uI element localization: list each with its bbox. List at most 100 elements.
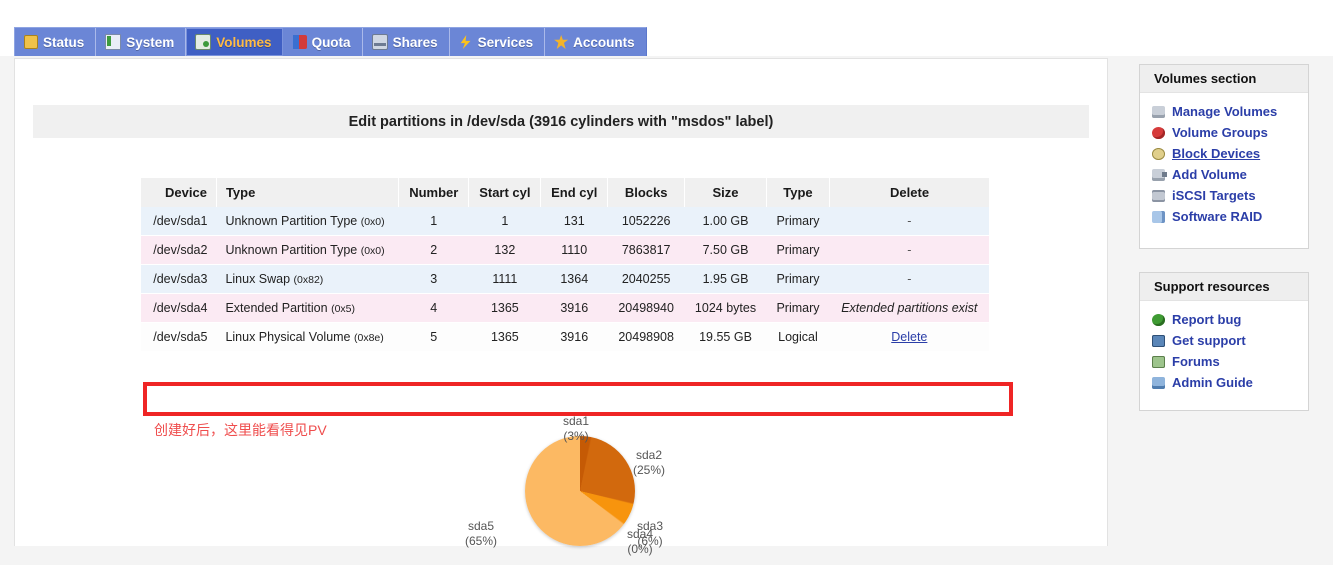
software-raid-icon [1152, 210, 1165, 223]
services-icon [460, 35, 471, 49]
type-name: Unknown Partition Type [225, 214, 358, 228]
pie-label-sda5: sda5 (65%) [465, 519, 497, 549]
sidebar-item-software-raid[interactable]: Software RAID [1152, 206, 1308, 227]
table-row[interactable]: /dev/sda4 Extended Partition (0x5) 4 136… [141, 293, 989, 323]
pie-label-pct: (0%) [627, 542, 653, 556]
delete-link[interactable]: Delete [891, 330, 927, 344]
table-row[interactable]: /dev/sda5 Linux Physical Volume (0x8e) 5… [141, 322, 989, 352]
table-row[interactable]: /dev/sda2 Unknown Partition Type (0x0) 2… [141, 235, 989, 265]
annotation-text: 创建好后，这里能看得见PV [154, 422, 327, 438]
cell-delete: - [829, 207, 989, 236]
pie-label-name: sda5 [467, 519, 495, 533]
cell-end-cyl: 3916 [540, 293, 608, 323]
system-icon [105, 34, 122, 50]
type-hex: (0x0) [360, 216, 385, 228]
cell-blocks: 20498940 [607, 293, 685, 323]
add-volume-icon [1152, 168, 1167, 181]
cell-delete: - [829, 264, 989, 294]
type-name: Linux Swap [225, 272, 291, 286]
cell-size: 1.95 GB [684, 264, 767, 294]
pie-label-pct: (3%) [563, 429, 589, 443]
sidebar-item-label: iSCSI Targets [1172, 188, 1256, 203]
sidebar-item-iscsi-targets[interactable]: iSCSI Targets [1152, 185, 1308, 206]
tab-status[interactable]: Status [15, 28, 97, 56]
cell-delete: - [829, 235, 989, 265]
tab-strip: Status System Volumes Quota Shares Servi… [14, 27, 647, 56]
sidebar-volumes-section: Volumes section Manage Volumes Volume Gr… [1139, 64, 1309, 249]
column-header-device: Device [141, 178, 217, 207]
sidebar-item-manage-volumes[interactable]: Manage Volumes [1152, 101, 1308, 122]
pie-label-name: sda2 [635, 448, 663, 462]
sidebar-item-label: Forums [1172, 354, 1220, 369]
forums-icon [1152, 355, 1165, 368]
pie-slices [525, 436, 635, 546]
report-bug-icon [1152, 313, 1165, 326]
tab-label: Status [43, 34, 85, 50]
cell-start-cyl: 1 [468, 207, 541, 236]
cell-end-cyl: 131 [540, 207, 608, 236]
sidebar-item-get-support[interactable]: Get support [1152, 330, 1308, 351]
cell-size: 1024 bytes [684, 293, 767, 323]
tab-label: Quota [311, 34, 351, 50]
cell-size: 19.55 GB [684, 322, 767, 352]
sidebar-item-label: Add Volume [1172, 167, 1247, 182]
column-header-blocks: Blocks [607, 178, 686, 207]
sidebar-section-title: Volumes section [1140, 65, 1308, 93]
cell-start-cyl: 132 [468, 235, 541, 265]
page-title: Edit partitions in /dev/sda (3916 cylind… [33, 105, 1089, 138]
cell-partition-type: Primary [766, 293, 830, 323]
pie-label-name: sda1 [563, 414, 590, 428]
sidebar-item-report-bug[interactable]: Report bug [1152, 309, 1308, 330]
cell-start-cyl: 1365 [468, 322, 541, 352]
shares-icon [371, 34, 388, 50]
dash-placeholder: - [907, 214, 912, 228]
get-support-icon [1152, 334, 1165, 347]
volume-groups-icon [1152, 126, 1165, 139]
extended-partitions-note: Extended partitions exist [841, 301, 978, 315]
cell-start-cyl: 1111 [468, 264, 541, 294]
cell-type: Linux Swap (0x82) [216, 264, 399, 294]
tab-accounts[interactable]: Accounts [545, 28, 646, 56]
cell-blocks: 2040255 [607, 264, 685, 294]
highlight-box-sda5 [143, 382, 1013, 416]
table-row[interactable]: /dev/sda1 Unknown Partition Type (0x0) 1… [141, 207, 989, 236]
cell-number: 1 [398, 207, 469, 236]
column-header-number: Number [398, 178, 470, 207]
cell-device: /dev/sda1 [141, 207, 217, 236]
cell-type: Unknown Partition Type (0x0) [216, 207, 399, 236]
sidebar-item-block-devices[interactable]: Block Devices [1152, 143, 1308, 164]
column-header-type: Type [216, 178, 400, 207]
column-header-start-cyl: Start cyl [468, 178, 542, 207]
sidebar-item-label: Software RAID [1172, 209, 1263, 224]
cell-blocks: 1052226 [607, 207, 685, 236]
sidebar-item-add-volume[interactable]: Add Volume [1152, 164, 1308, 185]
sidebar-item-admin-guide[interactable]: Admin Guide [1152, 372, 1308, 393]
volumes-icon [195, 34, 212, 50]
cell-partition-type: Primary [766, 264, 830, 294]
table-row[interactable]: /dev/sda3 Linux Swap (0x82) 3 1111 1364 … [141, 264, 989, 294]
table-header-row: Device Type Number Start cyl End cyl Blo… [141, 178, 989, 207]
type-hex: (0x5) [331, 303, 356, 315]
cell-blocks: 20498908 [607, 322, 685, 352]
cell-number: 5 [398, 322, 469, 352]
cell-delete: Delete [829, 322, 989, 352]
cell-device: /dev/sda5 [141, 322, 217, 352]
type-hex: (0x8e) [354, 332, 384, 344]
tab-system[interactable]: System [96, 28, 187, 56]
pie-label-sda2: sda2 (25%) [633, 448, 665, 478]
column-header-size: Size [684, 178, 767, 207]
tab-quota[interactable]: Quota [283, 28, 363, 56]
sidebar-support-section: Support resources Report bug Get support… [1139, 272, 1309, 411]
partition-table: Device Type Number Start cyl End cyl Blo… [141, 178, 989, 352]
cell-end-cyl: 3916 [540, 322, 608, 352]
sidebar-item-volume-groups[interactable]: Volume Groups [1152, 122, 1308, 143]
tab-services[interactable]: Services [449, 28, 546, 56]
status-icon [24, 35, 38, 49]
cell-number: 4 [398, 293, 469, 323]
column-header-partition-type: Type [766, 178, 831, 207]
sidebar-item-label: Manage Volumes [1172, 104, 1278, 119]
tab-shares[interactable]: Shares [362, 28, 450, 56]
sidebar-item-forums[interactable]: Forums [1152, 351, 1308, 372]
tab-volumes[interactable]: Volumes [186, 28, 284, 56]
pie-label-sda4: sda4 (0%) [627, 527, 653, 557]
